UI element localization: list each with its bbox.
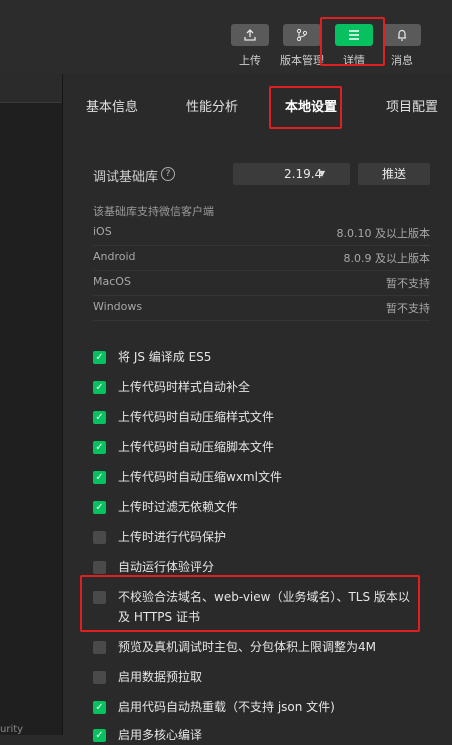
checkbox-checked-icon[interactable]: ✓ [93, 471, 106, 484]
branch-icon [283, 24, 321, 46]
checkbox-checked-icon[interactable]: ✓ [93, 501, 106, 514]
setting-label: 上传代码时样式自动补全 [118, 380, 251, 394]
support-row: Windows 暂不支持 [93, 295, 430, 321]
setting-label: 上传时过滤无依赖文件 [118, 500, 239, 514]
details-panel: 基本信息 性能分析 本地设置 项目配置 调试基础库 ? 2.19.4 ▼ 推送 … [63, 74, 452, 742]
setting-label: 上传代码时自动压缩样式文件 [118, 410, 275, 424]
push-button[interactable]: 推送 [358, 163, 430, 185]
left-panel-bottom-text: urity [0, 724, 24, 735]
bell-icon [383, 24, 421, 46]
checkbox-unchecked-icon[interactable] [93, 561, 106, 574]
support-version: 暂不支持 [386, 277, 430, 290]
support-os: iOS [93, 225, 112, 238]
support-os: MacOS [93, 275, 131, 288]
details-tabs: 基本信息 性能分析 本地设置 项目配置 [63, 74, 452, 136]
checkbox-checked-icon[interactable]: ✓ [93, 441, 106, 454]
highlight-details-button [320, 17, 385, 66]
upload-button[interactable]: 上传 [225, 24, 275, 68]
checkbox-unchecked-icon[interactable] [93, 641, 106, 654]
tab-performance[interactable]: 性能分析 [186, 96, 238, 115]
support-os: Android [93, 250, 136, 263]
checkbox-checked-icon[interactable]: ✓ [93, 351, 106, 364]
tab-project-config[interactable]: 项目配置 [386, 96, 438, 115]
support-title: 该基础库支持微信客户端 [93, 205, 214, 218]
setting-label: 启用数据预拉取 [118, 670, 203, 684]
setting-label: 上传代码时自动压缩脚本文件 [118, 440, 275, 454]
upload-label: 上传 [239, 54, 261, 67]
support-os: Windows [93, 300, 143, 313]
caret-down-icon: ▼ [319, 169, 326, 178]
highlight-local-settings-tab [269, 86, 342, 129]
checkbox-checked-icon[interactable]: ✓ [93, 411, 106, 424]
setting-label: 启用代码自动热重载（不支持 json 文件) [118, 700, 335, 714]
support-version: 8.0.10 及以上版本 [336, 227, 430, 240]
checkbox-checked-icon[interactable]: ✓ [93, 701, 106, 714]
setting-label: 上传代码时自动压缩wxml文件 [118, 470, 282, 484]
support-version: 暂不支持 [386, 302, 430, 315]
setting-label: 将 JS 编译成 ES5 [118, 350, 212, 364]
upload-icon [231, 24, 269, 46]
base-lib-version-value: 2.19.4 [284, 167, 323, 181]
checkbox-checked-icon[interactable]: ✓ [93, 381, 106, 394]
tab-basic-info[interactable]: 基本信息 [86, 96, 138, 115]
checkbox-unchecked-icon[interactable] [93, 531, 106, 544]
highlight-domain-check-setting [80, 575, 420, 632]
support-row: iOS 8.0.10 及以上版本 [93, 220, 430, 246]
support-row: Android 8.0.9 及以上版本 [93, 245, 430, 271]
base-lib-label: 调试基础库 [93, 170, 159, 185]
setting-label: 预览及真机调试时主包、分包体积上限调整为4M [118, 640, 376, 654]
left-editor-panel: urity [0, 74, 62, 735]
setting-label: 自动运行体验评分 [118, 560, 215, 574]
support-row: MacOS 暂不支持 [93, 270, 430, 296]
support-version: 8.0.9 及以上版本 [343, 252, 431, 265]
left-panel-header [0, 74, 62, 103]
setting-label: 启用多核心编译 [118, 728, 203, 742]
help-icon[interactable]: ? [161, 167, 175, 181]
checkbox-checked-icon[interactable]: ✓ [93, 729, 106, 742]
base-lib-version-select[interactable]: 2.19.4 ▼ [233, 163, 350, 185]
checkbox-unchecked-icon[interactable] [93, 671, 106, 684]
setting-label: 上传时进行代码保护 [118, 530, 227, 544]
